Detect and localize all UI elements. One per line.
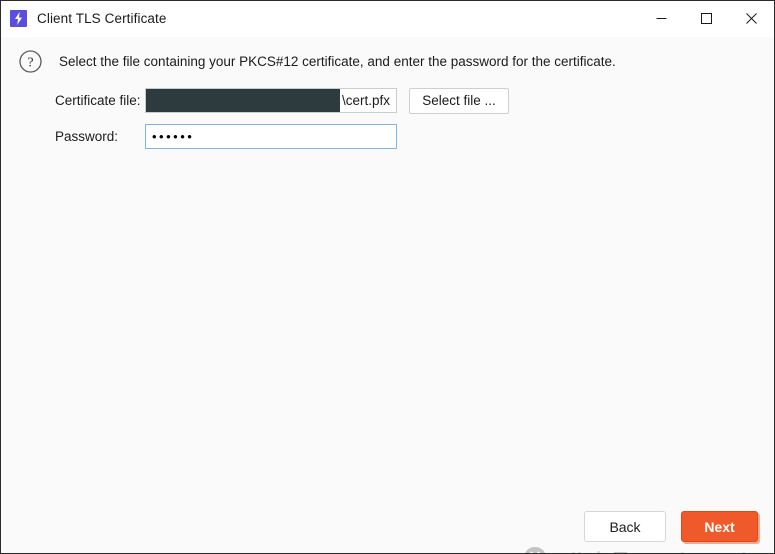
- client-tls-certificate-dialog: Client TLS Certificate ? Select the file…: [0, 0, 775, 554]
- certificate-file-label: Certificate file:: [55, 93, 141, 108]
- maximize-icon[interactable]: [684, 1, 729, 36]
- back-button[interactable]: Back: [584, 511, 666, 542]
- next-button[interactable]: Next: [681, 511, 758, 542]
- question-mark-icon: ?: [18, 49, 43, 74]
- svg-text:?: ?: [27, 56, 33, 71]
- select-file-button[interactable]: Select file ...: [409, 87, 509, 114]
- certificate-file-row: Certificate file: \cert.pfx Select file …: [55, 87, 774, 114]
- password-label: Password:: [55, 129, 119, 144]
- footer-button-group: Back Next: [584, 511, 758, 542]
- instruction-row: ? Select the file containing your PKCS#1…: [1, 37, 774, 74]
- watermark-chinese-text: 公众号: [566, 546, 632, 553]
- certificate-form: Certificate file: \cert.pfx Select file …: [1, 87, 774, 150]
- watermark: 公众号 HackRead: [524, 545, 746, 554]
- certificate-file-value: \cert.pfx: [342, 93, 391, 108]
- password-input[interactable]: [145, 124, 397, 149]
- lightning-bolt-icon: [10, 10, 27, 27]
- certificate-file-input[interactable]: \cert.pfx: [145, 88, 397, 113]
- minimize-icon[interactable]: [639, 1, 684, 36]
- close-icon[interactable]: [729, 1, 774, 36]
- caption-button-group: [639, 1, 774, 36]
- dialog-content: ? Select the file containing your PKCS#1…: [1, 37, 774, 554]
- watermark-english-text: HackRead: [639, 548, 746, 554]
- redaction-block: [146, 89, 340, 112]
- window-title: Client TLS Certificate: [37, 11, 167, 26]
- instruction-text: Select the file containing your PKCS#12 …: [59, 54, 616, 69]
- title-bar: Client TLS Certificate: [1, 1, 774, 37]
- wechat-icon: [524, 545, 558, 553]
- password-row: Password:: [55, 123, 774, 150]
